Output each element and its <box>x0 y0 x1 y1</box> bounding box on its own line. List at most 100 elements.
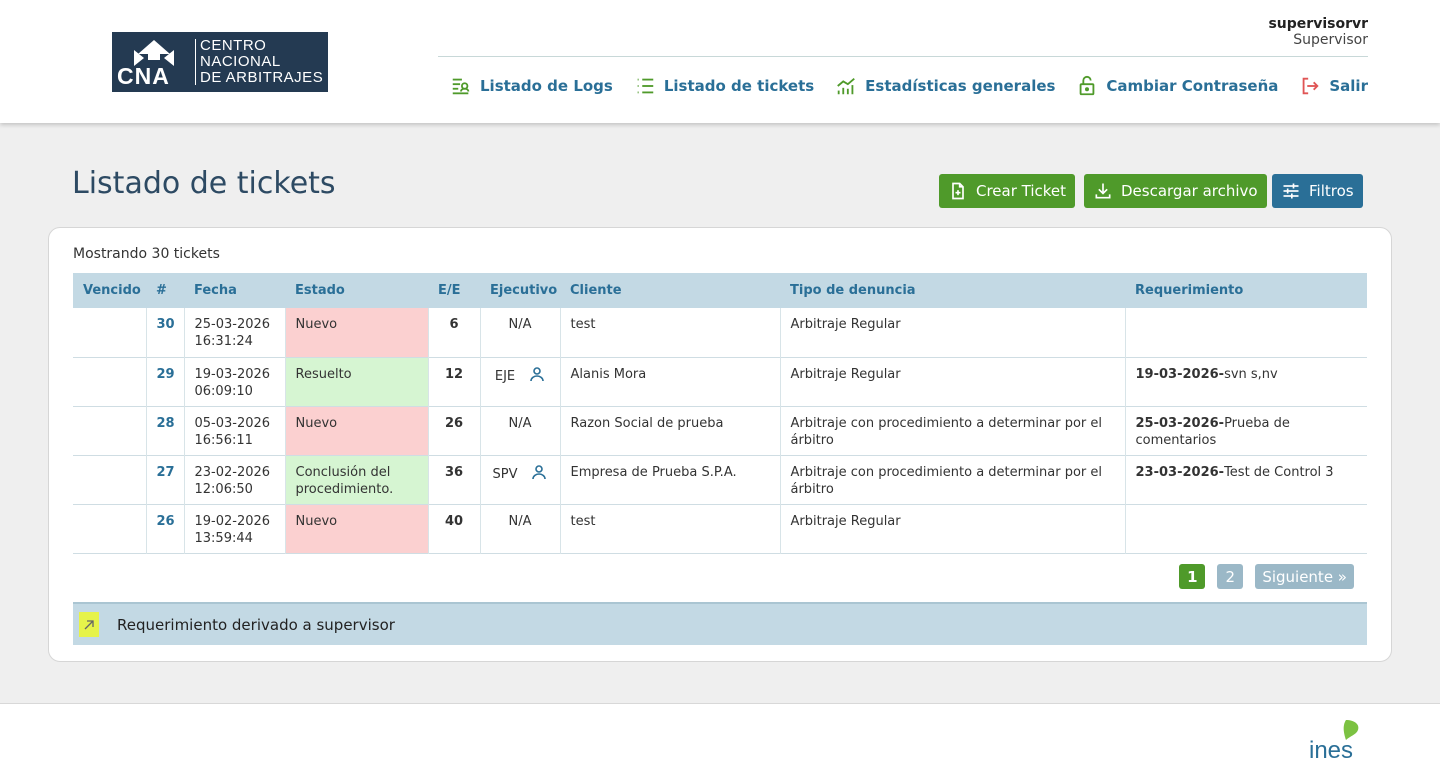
page-1-button[interactable]: 1 <box>1179 564 1206 589</box>
fecha-date: 23-02-2026 <box>194 464 271 480</box>
download-file-button[interactable]: Descargar archivo <box>1084 174 1267 208</box>
cell-requerimiento: 25-03-2026-Prueba de comentarios <box>1125 406 1367 455</box>
col-ejecutivo[interactable]: Ejecutivo <box>480 273 560 308</box>
logo-org-name: CENTRO NACIONAL DE ARBITRAJES <box>200 38 323 86</box>
fecha-date: 25-03-2026 <box>194 317 271 332</box>
cna-logo[interactable]: CNA CENTRO NACIONAL DE ARBITRAJES <box>112 32 328 92</box>
fecha-date: 05-03-2026 <box>194 415 271 431</box>
download-icon <box>1095 183 1111 199</box>
cell-fecha: 05-03-2026 16:56:11 <box>184 406 286 455</box>
fecha-time: 13:59:44 <box>194 530 253 546</box>
cell-estado: Nuevo <box>285 406 429 455</box>
cell-ticket-number[interactable]: 29 <box>146 357 185 406</box>
req-date: 25-03-2026- <box>1135 415 1225 431</box>
cell-tipo: Arbitraje Regular <box>780 357 1126 406</box>
fecha-time: 16:31:24 <box>194 334 253 349</box>
ejecutivo-label: N/A <box>508 317 532 332</box>
cell-ejecutivo: N/A <box>480 406 561 455</box>
arrow-up-right-icon <box>84 619 94 629</box>
cell-ee: 6 <box>428 308 481 357</box>
col-vencido[interactable]: Vencido <box>73 273 146 308</box>
cell-ticket-number[interactable]: 28 <box>146 406 185 455</box>
ejecutivo-label: EJE <box>494 368 516 384</box>
cell-estado: Conclusión del procedimiento. <box>285 455 429 504</box>
cell-requerimiento: 23-03-2026-Test de Control 3 <box>1125 455 1367 504</box>
ejecutivo-label: SPV <box>492 466 518 482</box>
logout-icon <box>1303 77 1319 95</box>
cell-tipo: Arbitraje con procedimiento a determinar… <box>780 455 1126 504</box>
cell-cliente: Alanis Mora <box>560 357 781 406</box>
cell-ticket-number[interactable]: 30 <box>146 308 185 357</box>
table-row[interactable]: 29 19-03-2026 06:09:10 Resuelto 12 EJE Al… <box>73 357 1367 406</box>
sliders-icon <box>1283 183 1299 199</box>
nav-listado-logs[interactable]: Listado de Logs <box>450 75 613 97</box>
cell-tipo: Arbitraje con procedimiento a determinar… <box>780 406 1126 455</box>
create-ticket-button[interactable]: Crear Ticket <box>939 174 1076 208</box>
cell-vencido <box>73 455 147 504</box>
cell-fecha: 23-02-2026 12:06:50 <box>184 455 286 504</box>
page-2-button[interactable]: 2 <box>1217 564 1244 589</box>
logo-line-1: CENTRO <box>200 37 267 54</box>
cell-cliente: test <box>560 504 781 553</box>
col-fecha[interactable]: Fecha <box>184 273 285 308</box>
cell-ticket-number[interactable]: 27 <box>146 455 185 504</box>
fecha-date: 19-02-2026 <box>194 513 271 529</box>
col-ee[interactable]: E/E <box>428 273 480 308</box>
main-nav: Listado de Logs Listado de tickets Estad… <box>438 70 1368 102</box>
table-row[interactable]: 26 19-02-2026 13:59:44 Nuevo 40 N/A test … <box>73 504 1367 553</box>
user-role: Supervisor <box>1293 32 1368 48</box>
button-label: Filtros <box>1309 182 1354 200</box>
chart-icon <box>837 77 856 95</box>
fecha-time: 12:06:50 <box>194 481 253 497</box>
fecha-date: 19-03-2026 <box>194 366 271 382</box>
table-row[interactable]: 27 23-02-2026 12:06:50 Conclusión del pro… <box>73 455 1367 504</box>
cell-requerimiento: 19-03-2026-svn s,nv <box>1125 357 1367 406</box>
cell-ticket-number[interactable]: 26 <box>146 504 185 553</box>
button-label: Descargar archivo <box>1121 182 1258 200</box>
nav-cambiar-contrasena[interactable]: Cambiar Contraseña <box>1076 75 1278 97</box>
cell-estado: Nuevo <box>285 308 429 357</box>
cell-fecha: 19-02-2026 13:59:44 <box>184 504 286 553</box>
cell-cliente: test <box>560 308 781 357</box>
nav-estadisticas[interactable]: Estadísticas generales <box>835 75 1055 97</box>
ejecutivo-label: N/A <box>508 415 532 431</box>
col-tipo-denuncia[interactable]: Tipo de denuncia <box>780 273 1125 308</box>
cell-ee: 12 <box>428 357 481 406</box>
nav-divider <box>438 56 1368 57</box>
logo-line-2: NACIONAL <box>200 53 281 70</box>
cell-ejecutivo: N/A <box>480 308 561 357</box>
filters-button[interactable]: Filtros <box>1272 174 1363 208</box>
nav-label: Salir <box>1329 77 1368 95</box>
user-icon <box>532 464 547 479</box>
cell-ejecutivo: N/A <box>480 504 561 553</box>
col-estado[interactable]: Estado <box>285 273 428 308</box>
table-row[interactable]: 28 05-03-2026 16:56:11 Nuevo 26 N/A Razon… <box>73 406 1367 455</box>
legend-swatch <box>79 612 99 637</box>
nav-label: Estadísticas generales <box>865 77 1056 95</box>
top-header: CNA CENTRO NACIONAL DE ARBITRAJES superv… <box>0 0 1440 123</box>
nav-listado-tickets[interactable]: Listado de tickets <box>634 75 814 97</box>
cell-vencido <box>73 504 147 553</box>
cell-ee: 26 <box>428 406 481 455</box>
cell-vencido <box>73 406 147 455</box>
cell-vencido <box>73 308 147 357</box>
ticket-count: Mostrando 30 tickets <box>73 246 220 262</box>
cell-fecha: 25-03-2026 16:31:24 <box>184 308 286 357</box>
req-date: 23-03-2026- <box>1135 464 1225 480</box>
col-number[interactable]: # <box>146 273 184 308</box>
cell-vencido <box>73 357 147 406</box>
user-info: supervisorvr Supervisor <box>1268 16 1368 49</box>
ines-logo: ines <box>1309 720 1359 762</box>
legend-text: Requerimiento derivado a supervisor <box>117 615 395 634</box>
req-text: svn s,nv <box>1224 366 1278 382</box>
req-text: Test de Control 3 <box>1224 464 1334 480</box>
nav-label: Cambiar Contraseña <box>1106 77 1279 95</box>
cell-ee: 36 <box>428 455 481 504</box>
next-page-button[interactable]: Siguiente » <box>1255 564 1354 589</box>
cell-estado: Nuevo <box>285 504 429 553</box>
nav-label: Listado de Logs <box>480 77 613 95</box>
col-cliente[interactable]: Cliente <box>560 273 780 308</box>
nav-salir[interactable]: Salir <box>1299 75 1368 97</box>
col-requerimiento[interactable]: Requerimiento <box>1125 273 1367 308</box>
table-row[interactable]: 30 25-03-2026 16:31:24 Nuevo 6 N/A test A… <box>73 308 1367 357</box>
